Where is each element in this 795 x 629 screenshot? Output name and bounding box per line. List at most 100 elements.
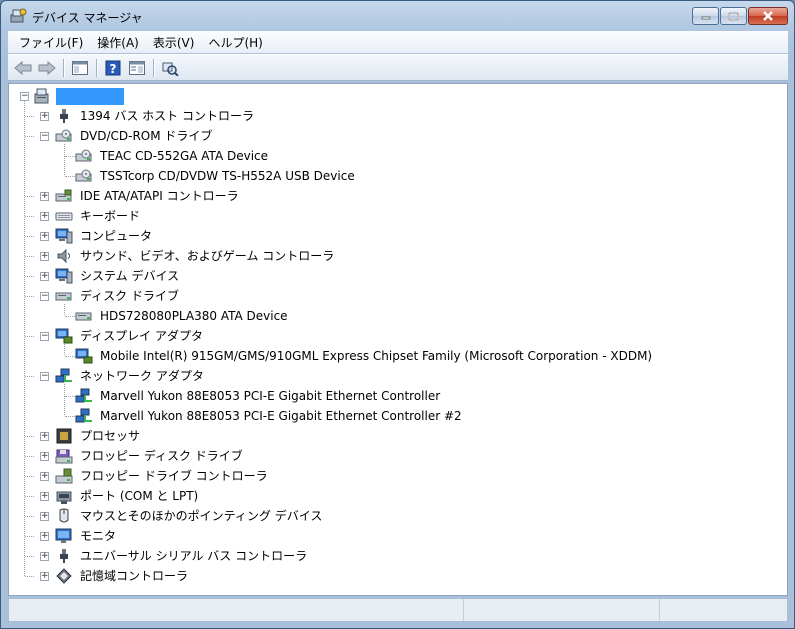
back-button[interactable] — [12, 57, 34, 79]
tree-category[interactable]: + ポート (COM と LPT) — [9, 486, 787, 506]
device-tree-pane[interactable]: − +1394 バス ホスト コントローラ − DVD/CD-ROM ドライブ TEA… — [8, 83, 788, 596]
menu-view[interactable]: 表示(V) — [146, 32, 202, 53]
expand-toggle[interactable]: + — [40, 432, 49, 441]
tree-category[interactable]: + モニタ — [9, 526, 787, 546]
tree-device[interactable]: TEAC CD-552GA ATA Device — [9, 146, 787, 166]
storage-controller-icon — [56, 568, 72, 584]
ide-controller-icon — [55, 189, 72, 202]
expand-toggle[interactable]: + — [40, 472, 49, 481]
expand-toggle[interactable]: + — [40, 552, 49, 561]
tree-category[interactable]: + IDE ATA/ATAPI コントローラ — [9, 186, 787, 206]
scan-hardware-button[interactable] — [159, 57, 181, 79]
speaker-icon — [57, 248, 70, 264]
usb-plug-icon — [60, 109, 68, 123]
tree-item-label: フロッピー ドライブ コントローラ — [80, 469, 268, 483]
tree-category[interactable]: + キーボード — [9, 206, 787, 226]
tree-category[interactable]: + コンピュータ — [9, 226, 787, 246]
collapse-toggle[interactable]: − — [40, 132, 49, 141]
tree-item-label: マウスとそのほかのポインティング デバイス — [80, 509, 323, 523]
tree-item-label: Marvell Yukon 88E8053 PCI-E Gigabit Ethe… — [100, 389, 441, 403]
title-bar[interactable]: デバイス マネージャ — [1, 1, 794, 31]
maximize-button[interactable] — [720, 7, 747, 25]
tree-device[interactable]: Mobile Intel(R) 915GM/GMS/910GML Express… — [9, 346, 787, 366]
minimize-icon — [701, 16, 710, 20]
tree-category[interactable]: + フロッピー ドライブ コントローラ — [9, 466, 787, 486]
tree-connector-line — [25, 436, 34, 437]
tree-device[interactable]: HDS728080PLA380 ATA Device — [9, 306, 787, 326]
minimize-button[interactable] — [692, 7, 719, 25]
menu-file[interactable]: ファイル(F) — [12, 32, 90, 53]
expand-toggle[interactable]: + — [40, 272, 49, 281]
close-button[interactable] — [748, 7, 788, 25]
tree-category[interactable]: +1394 バス ホスト コントローラ — [9, 106, 787, 126]
tree-item-label: ディスプレイ アダプタ — [80, 329, 203, 343]
tree-category[interactable]: + マウスとそのほかのポインティング デバイス — [9, 506, 787, 526]
tree-item-label: IDE ATA/ATAPI コントローラ — [80, 189, 239, 203]
caption-buttons — [692, 7, 788, 25]
expand-toggle[interactable]: + — [40, 492, 49, 501]
tree-item-label: 記憶域コントローラ — [80, 569, 189, 583]
status-cell-main — [9, 599, 464, 621]
collapse-toggle[interactable]: − — [40, 332, 49, 341]
tree-connector-line — [25, 116, 34, 117]
tree-item-label: サウンド、ビデオ、およびゲーム コントローラ — [80, 249, 335, 263]
expand-toggle[interactable]: + — [40, 112, 49, 121]
device-tree: − +1394 バス ホスト コントローラ − DVD/CD-ROM ドライブ TEA… — [9, 84, 787, 586]
tree-connector-line — [25, 556, 34, 557]
expand-toggle[interactable]: + — [40, 512, 49, 521]
tree-category[interactable]: + フロッピー ディスク ドライブ — [9, 446, 787, 466]
expand-toggle[interactable]: + — [40, 532, 49, 541]
expand-toggle[interactable]: + — [40, 572, 49, 581]
expand-toggle[interactable]: + — [40, 232, 49, 241]
display-adapter-icon — [75, 348, 93, 364]
tree-connector-line — [25, 476, 34, 477]
root-computer-name[interactable] — [56, 88, 124, 105]
tree-category[interactable]: + サウンド、ビデオ、およびゲーム コントローラ — [9, 246, 787, 266]
tree-category[interactable]: + 記憶域コントローラ — [9, 566, 787, 586]
tree-root[interactable]: − — [9, 86, 787, 106]
tree-category[interactable]: + プロセッサ — [9, 426, 787, 446]
collapse-toggle[interactable]: − — [40, 372, 49, 381]
show-hide-console-tree-button[interactable] — [69, 57, 91, 79]
tree-device[interactable]: Marvell Yukon 88E8053 PCI-E Gigabit Ethe… — [9, 386, 787, 406]
menu-action[interactable]: 操作(A) — [90, 32, 146, 53]
menu-help[interactable]: ヘルプ(H) — [201, 32, 269, 53]
device-manager-app-icon — [10, 8, 27, 23]
tree-category[interactable]: − ディスプレイ アダプタ — [9, 326, 787, 346]
tree-category[interactable]: − ネットワーク アダプタ — [9, 366, 787, 386]
scan-hardware-icon — [162, 62, 179, 76]
expand-toggle[interactable]: + — [40, 452, 49, 461]
collapse-toggle[interactable]: − — [20, 92, 29, 101]
tree-connector-line — [25, 236, 34, 237]
expand-toggle[interactable]: + — [40, 192, 49, 201]
properties-window-icon — [129, 60, 145, 75]
tree-category[interactable]: − ディスク ドライブ — [9, 286, 787, 306]
help-button[interactable]: ? — [102, 57, 124, 79]
expand-toggle[interactable]: + — [40, 212, 49, 221]
optical-drive-icon — [75, 169, 92, 182]
tree-device[interactable]: TSSTcorp CD/DVDW TS-H552A USB Device — [9, 166, 787, 186]
tree-category[interactable]: + システム デバイス — [9, 266, 787, 286]
help-book-icon: ? — [105, 60, 121, 76]
tree-item-label: プロセッサ — [80, 429, 141, 443]
tree-connector-line — [25, 336, 34, 337]
tree-item-label: Marvell Yukon 88E8053 PCI-E Gigabit Ethe… — [100, 409, 462, 423]
tree-device[interactable]: Marvell Yukon 88E8053 PCI-E Gigabit Ethe… — [9, 406, 787, 426]
tree-connector-line — [25, 576, 34, 577]
tree-connector-line — [25, 276, 34, 277]
collapse-toggle[interactable]: − — [40, 292, 49, 301]
tree-category[interactable]: + ユニバーサル シリアル バス コントローラ — [9, 546, 787, 566]
toolbar: ? — [8, 54, 788, 81]
network-adapter-icon — [75, 408, 92, 423]
expand-toggle[interactable]: + — [40, 252, 49, 261]
properties-button[interactable] — [126, 57, 148, 79]
status-cell-secondary — [464, 599, 660, 621]
tree-connector-line — [25, 196, 34, 197]
window-title: デバイス マネージャ — [32, 11, 143, 25]
forward-arrow-icon — [38, 60, 56, 75]
tree-item-label: ネットワーク アダプタ — [80, 369, 204, 383]
forward-button[interactable] — [36, 57, 58, 79]
tree-item-label: Mobile Intel(R) 915GM/GMS/910GML Express… — [100, 349, 653, 363]
tree-category[interactable]: − DVD/CD-ROM ドライブ — [9, 126, 787, 146]
disk-drive-icon — [75, 312, 92, 321]
